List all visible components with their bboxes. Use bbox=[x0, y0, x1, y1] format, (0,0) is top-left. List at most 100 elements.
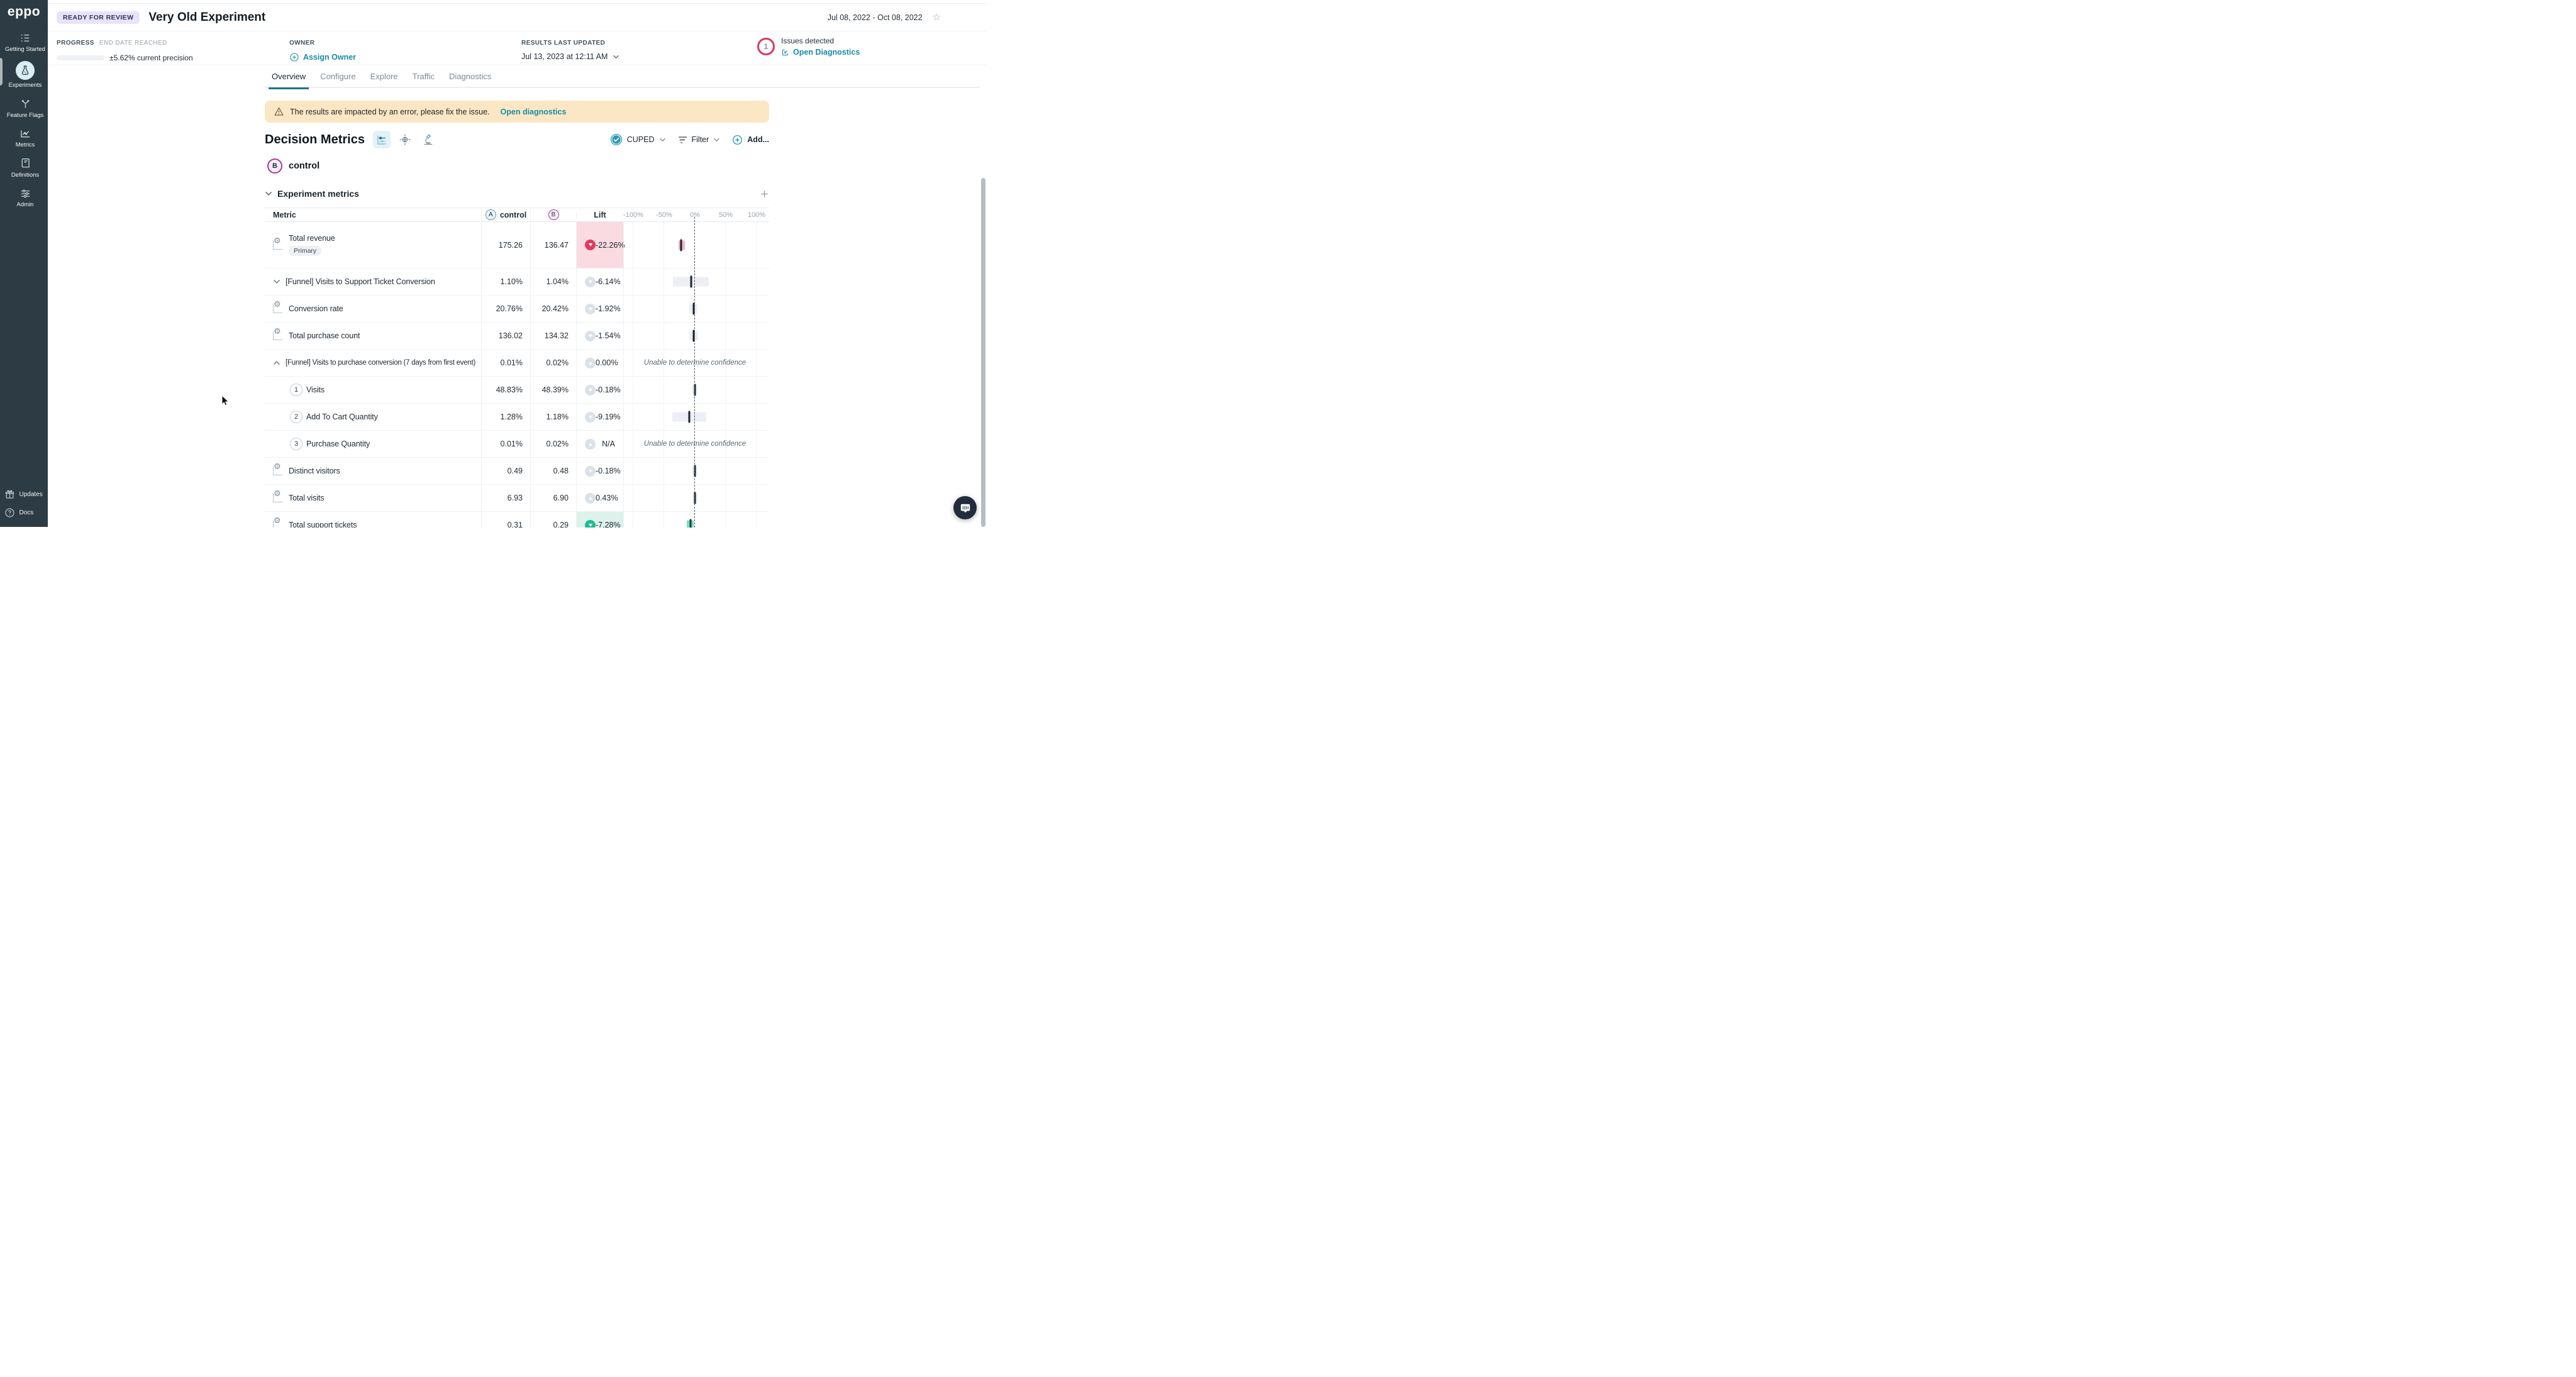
flag-branch-icon bbox=[19, 97, 31, 110]
confidence-chart-cell bbox=[623, 296, 769, 322]
filter-dropdown[interactable]: Filter bbox=[678, 135, 721, 144]
experiment-metrics-section-header: Experiment metrics bbox=[265, 189, 769, 199]
ci-chart-view-button[interactable] bbox=[373, 131, 391, 148]
metric-name[interactable]: Total support tickets bbox=[289, 521, 357, 528]
lift-cell: -1.54% bbox=[576, 323, 623, 349]
treatment-value: 6.90 bbox=[553, 494, 576, 502]
plus-circle-icon bbox=[732, 135, 743, 145]
lift-direction-badge bbox=[585, 240, 596, 250]
metric-name[interactable]: Visits bbox=[306, 385, 325, 394]
lift-value: 0.00% bbox=[596, 358, 618, 367]
control-value: 1.10% bbox=[501, 277, 530, 286]
lift-value: -0.18% bbox=[596, 467, 621, 475]
treatment-value-cell: 0.02% bbox=[530, 431, 576, 457]
sidebar-item-definitions[interactable]: Definitions bbox=[0, 153, 50, 182]
tab-traffic[interactable]: Traffic bbox=[409, 69, 438, 89]
add-section-metric-button[interactable] bbox=[760, 189, 769, 199]
gridline bbox=[725, 222, 726, 528]
table-row: ⚙Total purchase count136.02134.32-1.54% bbox=[265, 323, 769, 350]
tab-explore[interactable]: Explore bbox=[367, 69, 401, 89]
treatment-value: 1.18% bbox=[547, 412, 576, 421]
table-row: 3Purchase Quantity0.01%0.02%N/AUnable to… bbox=[265, 431, 769, 458]
page-header: READY FOR REVIEW Very Old Experiment Jul… bbox=[48, 4, 986, 31]
sidebar-item-admin[interactable]: Admin bbox=[0, 182, 50, 212]
lift-value: -22.26% bbox=[596, 241, 625, 250]
assign-owner-button[interactable]: Assign Owner bbox=[289, 52, 356, 62]
global-lift-view-button[interactable] bbox=[396, 131, 414, 148]
metric-name-wrap: Distinct visitors bbox=[289, 467, 340, 475]
star-icon[interactable]: ☆ bbox=[933, 13, 941, 22]
eppo-logo[interactable]: eppo bbox=[8, 4, 40, 19]
cuped-dropdown[interactable]: CUPED bbox=[610, 133, 666, 146]
collapse-chevron-icon[interactable] bbox=[265, 191, 272, 196]
treatment-value-cell: 48.39% bbox=[530, 377, 576, 403]
control-value-cell: 0.01% bbox=[481, 431, 530, 457]
chevron-down-icon[interactable] bbox=[273, 276, 280, 287]
lift-value: 0.43% bbox=[596, 494, 618, 502]
results-updated-dropdown[interactable]: Jul 13, 2023 at 12:11 AM bbox=[521, 52, 619, 61]
metric-name[interactable]: [Funnel] Visits to Support Ticket Conver… bbox=[286, 277, 435, 286]
precision-text: ±5.62% current precision bbox=[109, 53, 193, 62]
gear-metric-icon: ⚙ bbox=[273, 304, 282, 313]
primary-tag-badge: Primary bbox=[289, 246, 321, 256]
control-value-cell: 0.01% bbox=[481, 350, 530, 376]
metric-name[interactable]: Total purchase count bbox=[289, 331, 360, 340]
metric-cell: ⚙Total revenuePrimary bbox=[265, 222, 481, 268]
open-diagnostics-link[interactable]: Open Diagnostics bbox=[781, 48, 860, 57]
date-range[interactable]: Jul 08, 2022 - Oct 08, 2022 bbox=[828, 13, 923, 22]
table-row: 1Visits48.83%48.39%-0.18% bbox=[265, 377, 769, 404]
chat-icon bbox=[960, 502, 971, 514]
banner-diagnostics-link[interactable]: Open diagnostics bbox=[501, 108, 567, 116]
sidebar-footer-docs[interactable]: Docs bbox=[4, 507, 52, 518]
metric-name[interactable]: Total revenue bbox=[289, 234, 335, 243]
control-value: 175.26 bbox=[499, 241, 530, 250]
treatment-value: 136.47 bbox=[545, 241, 576, 250]
treatment-value: 20.42% bbox=[542, 304, 576, 313]
metric-name[interactable]: Total visits bbox=[289, 494, 324, 502]
chat-widget-button[interactable] bbox=[953, 496, 977, 519]
control-value: 1.28% bbox=[501, 412, 530, 421]
lift-cell: -1.92% bbox=[576, 296, 623, 322]
sidebar-item-experiments[interactable]: Experiments bbox=[0, 57, 50, 92]
confidence-note: Unable to determine confidence bbox=[644, 440, 746, 448]
chevron-down-icon bbox=[613, 55, 619, 59]
table-row: ⚙Total revenuePrimary175.26136.47-22.26% bbox=[265, 222, 769, 268]
variation-row: B control bbox=[267, 158, 319, 174]
confidence-chart-cell bbox=[623, 458, 769, 484]
control-value: 6.93 bbox=[508, 494, 530, 502]
flask-icon bbox=[16, 61, 35, 80]
tab-overview[interactable]: Overview bbox=[269, 69, 309, 89]
open-panel-icon bbox=[781, 48, 789, 57]
control-value: 0.31 bbox=[508, 521, 530, 528]
tab-diagnostics[interactable]: Diagnostics bbox=[446, 69, 494, 89]
metric-name[interactable]: Purchase Quantity bbox=[306, 440, 370, 448]
vertical-scrollbar[interactable] bbox=[981, 178, 985, 527]
global-lift-view-icon bbox=[399, 133, 411, 146]
tab-configure[interactable]: Configure bbox=[317, 69, 358, 89]
header-info-bar: PROGRESSEND DATE REACHED ±5.62% current … bbox=[48, 31, 986, 65]
sidebar-item-getting-started[interactable]: Getting Started bbox=[0, 27, 50, 57]
metric-name-wrap: Total support tickets bbox=[289, 521, 357, 528]
metric-name[interactable]: Conversion rate bbox=[289, 304, 343, 313]
microscope-view-button[interactable] bbox=[419, 131, 437, 148]
metric-name-wrap: Purchase Quantity bbox=[306, 440, 370, 448]
treatment-value-cell: 134.32 bbox=[530, 323, 576, 349]
confidence-chart-cell bbox=[623, 268, 769, 295]
metric-name[interactable]: Distinct visitors bbox=[289, 467, 340, 475]
control-value-cell: 1.28% bbox=[481, 404, 530, 430]
sidebar-item-feature-flags[interactable]: Feature Flags bbox=[0, 93, 50, 123]
metric-cell: ⚙Total support tickets bbox=[265, 512, 481, 528]
lift-value: -6.14% bbox=[596, 277, 621, 286]
sidebar-footer-updates[interactable]: Updates bbox=[4, 489, 52, 500]
results-updated-label: RESULTS LAST UPDATED bbox=[521, 40, 605, 47]
metric-cell: 2Add To Cart Quantity bbox=[265, 404, 481, 430]
metric-name[interactable]: Add To Cart Quantity bbox=[306, 412, 378, 421]
metric-name-wrap: Total visits bbox=[289, 494, 324, 502]
point-estimate-tick bbox=[689, 519, 691, 528]
lift-direction-badge bbox=[585, 439, 596, 450]
treatment-value: 48.39% bbox=[542, 385, 576, 394]
chevron-up-icon[interactable] bbox=[273, 357, 280, 368]
sidebar-item-metrics[interactable]: Metrics bbox=[0, 123, 50, 152]
add-metric-button[interactable]: Add... bbox=[732, 135, 769, 145]
metric-name[interactable]: [Funnel] Visits to purchase conversion (… bbox=[286, 359, 475, 367]
